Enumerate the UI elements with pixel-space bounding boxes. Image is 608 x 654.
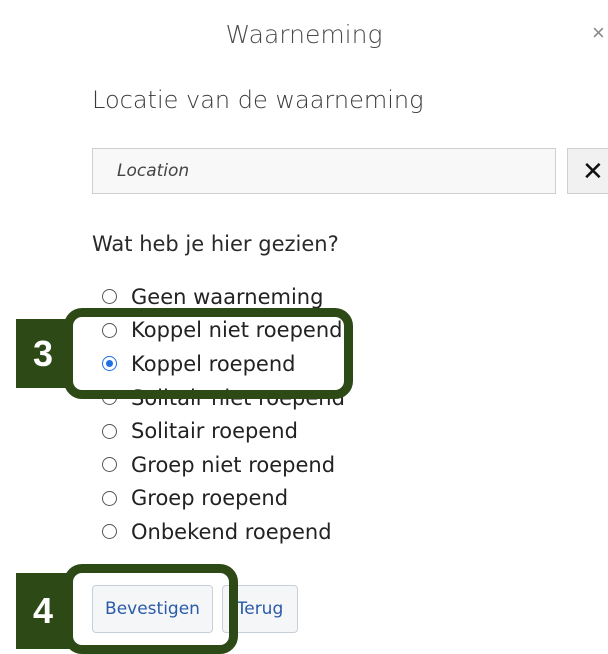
step-4-badge: 4 <box>16 573 70 649</box>
option-label: Solitair niet roepend <box>131 385 345 410</box>
close-icon[interactable]: × <box>592 20 605 46</box>
option-geen-waarneming[interactable]: Geen waarneming <box>102 280 345 314</box>
option-solitair-roepend[interactable]: Solitair roepend <box>102 414 345 448</box>
option-label: Groep niet roepend <box>131 452 336 477</box>
radio-button[interactable] <box>102 457 117 473</box>
option-onbekend-roepend[interactable]: Onbekend roepend <box>102 515 345 549</box>
option-groep-roepend[interactable]: Groep roepend <box>102 482 345 516</box>
close-icon: ✕ <box>582 155 604 186</box>
option-label: Groep roepend <box>131 486 289 511</box>
radio-button[interactable] <box>102 390 117 406</box>
option-label: Onbekend roepend <box>131 519 332 544</box>
radio-button[interactable] <box>102 322 117 338</box>
option-groep-niet-roepend[interactable]: Groep niet roepend <box>102 448 345 482</box>
radio-button-checked[interactable] <box>102 356 117 372</box>
option-koppel-niet-roepend[interactable]: Koppel niet roepend <box>102 314 345 348</box>
back-button[interactable]: Terug <box>222 585 298 633</box>
clear-location-button[interactable]: ✕ <box>567 148 608 194</box>
option-koppel-roepend[interactable]: Koppel roepend <box>102 347 345 381</box>
option-label: Koppel roepend <box>131 351 296 376</box>
option-label: Koppel niet roepend <box>131 318 343 343</box>
radio-button[interactable] <box>102 490 117 506</box>
radio-button[interactable] <box>102 423 117 439</box>
location-input[interactable] <box>92 148 556 194</box>
observation-options: Geen waarneming Koppel niet roepend Kopp… <box>102 280 345 549</box>
location-heading: Locatie van de waarneming <box>92 86 424 114</box>
option-label: Solitair roepend <box>131 419 298 444</box>
radio-button[interactable] <box>102 524 117 540</box>
step-3-badge: 3 <box>16 319 70 388</box>
option-solitair-niet-roepend[interactable]: Solitair niet roepend <box>102 381 345 415</box>
radio-button[interactable] <box>102 289 117 305</box>
observation-question: Wat heb je hier gezien? <box>92 232 339 256</box>
option-label: Geen waarneming <box>131 284 324 309</box>
dialog-title: Waarneming <box>225 20 383 49</box>
confirm-button[interactable]: Bevestigen <box>92 585 213 633</box>
